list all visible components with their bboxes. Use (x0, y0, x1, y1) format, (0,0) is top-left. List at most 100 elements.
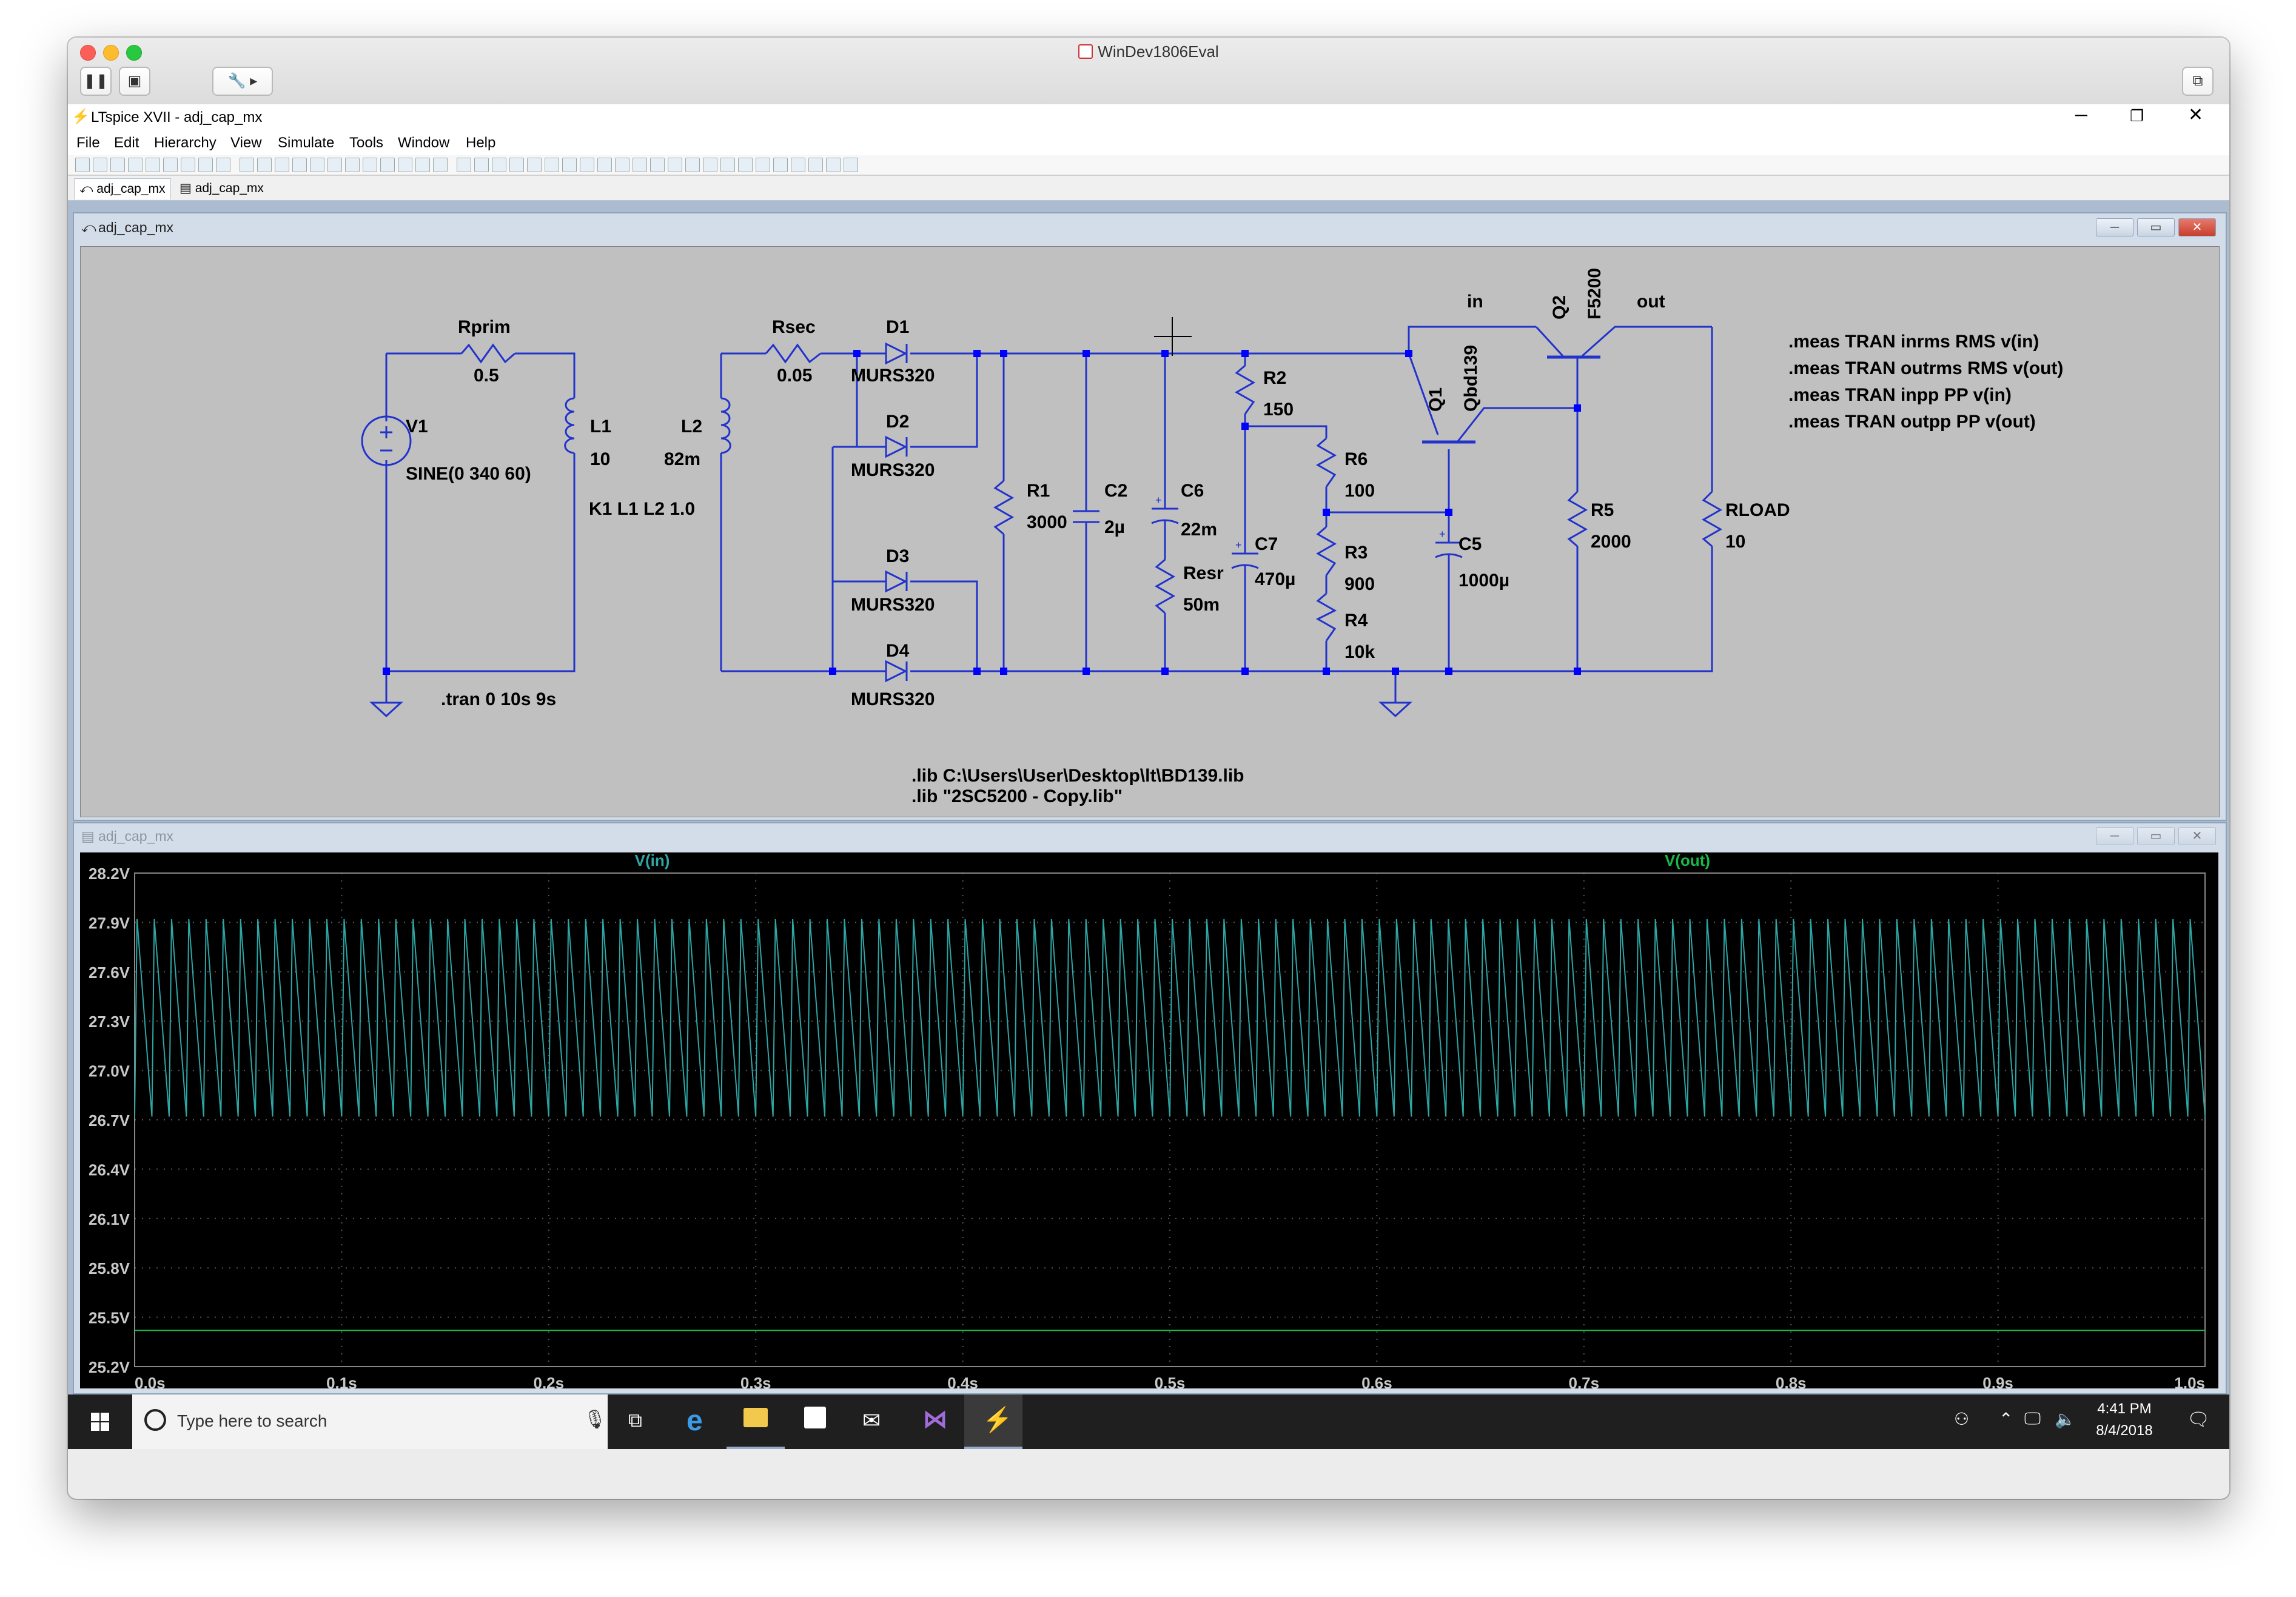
schematic-close-button[interactable]: ✕ (2178, 218, 2216, 236)
toolbar-button[interactable] (292, 158, 307, 172)
toolbar-button[interactable] (580, 158, 594, 172)
toolbar-button[interactable] (363, 158, 377, 172)
waveform-minimize-button[interactable]: ─ (2096, 827, 2133, 845)
edge-button[interactable]: e (667, 1394, 725, 1449)
toolbar-button[interactable] (110, 158, 125, 172)
settings-button[interactable]: 🔧 ▸ (212, 67, 273, 96)
toolbar-button[interactable] (181, 158, 195, 172)
schematic-minimize-button[interactable]: ─ (2096, 218, 2133, 236)
tab-waveform[interactable]: ▤ adj_cap_mx (175, 178, 269, 199)
toolbar-button[interactable] (93, 158, 107, 172)
toolbar-button[interactable] (826, 158, 841, 172)
x-tick-label: 0.5s (1155, 1374, 1186, 1388)
menu-hierarchy[interactable]: Hierarchy (154, 135, 217, 152)
toolbar-button[interactable] (327, 158, 342, 172)
tab-schematic[interactable]: ⤺ adj_cap_mx (74, 178, 171, 199)
toolbar-button[interactable] (75, 158, 90, 172)
snapshot-button[interactable]: ▣ (119, 67, 150, 96)
toolbar-button[interactable] (844, 158, 858, 172)
microphone-icon[interactable]: 🎙 (583, 1409, 606, 1430)
toolbar-button[interactable] (492, 158, 506, 172)
x-tick-label: 0.6s (1361, 1374, 1392, 1388)
file-explorer-button[interactable] (727, 1394, 785, 1449)
close-window-button[interactable]: ✕ (2188, 104, 2203, 126)
schematic-maximize-button[interactable]: ▭ (2137, 218, 2175, 236)
store-button[interactable] (786, 1394, 844, 1449)
y-tick-label: 28.2V (89, 865, 130, 883)
waveform-close-button[interactable]: ✕ (2178, 827, 2216, 845)
restore-window-button[interactable]: ❐ (2130, 107, 2144, 126)
clock-time[interactable]: 4:41 PM (2091, 1401, 2158, 1418)
minimize-window-button[interactable]: ─ (2075, 105, 2087, 125)
fullscreen-button[interactable]: ⧉ (2182, 67, 2214, 96)
taskbar-search-box[interactable]: Type here to search 🎙 (132, 1394, 608, 1449)
toolbar-button[interactable] (146, 158, 160, 172)
toolbar-button[interactable] (380, 158, 395, 172)
toolbar-button[interactable] (615, 158, 629, 172)
label-d2-model: MURS320 (851, 460, 935, 480)
menu-file[interactable]: File (76, 135, 100, 152)
toolbar-button[interactable] (738, 158, 753, 172)
schematic-window: ⤺ adj_cap_mx ─ ▭ ✕ + + + Rprim 0.5 V1 SI… (73, 212, 2227, 821)
ltspice-taskbar-button[interactable]: ⚡ (964, 1394, 1022, 1449)
toolbar-button[interactable] (198, 158, 213, 172)
toolbar-button[interactable] (808, 158, 823, 172)
schematic-drawing[interactable]: +++ Rprim 0.5 V1 SINE(0 340 60) L1 10 L2… (81, 247, 2219, 817)
toolbar-button[interactable] (474, 158, 489, 172)
y-tick-label: 25.5V (89, 1309, 130, 1327)
menu-tools[interactable]: Tools (349, 135, 383, 152)
menu-view[interactable]: View (230, 135, 262, 152)
toolbar-button[interactable] (457, 158, 471, 172)
toolbar-button[interactable] (433, 158, 448, 172)
toolbar-button[interactable] (545, 158, 559, 172)
network-icon[interactable]: 🖵 (2024, 1409, 2041, 1429)
toolbar-button[interactable] (527, 158, 542, 172)
toolbar-button[interactable] (685, 158, 700, 172)
toolbar-button[interactable] (398, 158, 412, 172)
task-view-button[interactable]: ⧉ (608, 1394, 666, 1449)
toolbar-button[interactable] (275, 158, 289, 172)
label-l1-val: 10 (590, 449, 610, 469)
waveform-plot[interactable]: 28.2V 27.9V 27.6V 27.3V 27.0V 26.7V 26.4V 26.1V… (80, 851, 2218, 1392)
waveform-maximize-button[interactable]: ▭ (2137, 827, 2175, 845)
label-tran: .tran 0 10s 9s (441, 689, 556, 709)
clock-date[interactable]: 8/4/2018 (2091, 1422, 2158, 1439)
x-tick-label: 0.2s (533, 1374, 564, 1388)
label-r2: R2 (1263, 368, 1286, 388)
toolbar-button[interactable] (791, 158, 805, 172)
schematic-canvas[interactable]: + + + Rprim 0.5 V1 SINE(0 340 60) L1 10 … (80, 246, 2220, 817)
toolbar-button[interactable] (415, 158, 430, 172)
toolbar-button[interactable] (703, 158, 717, 172)
people-icon[interactable]: ⚇ (1954, 1409, 1969, 1429)
toolbar-button[interactable] (650, 158, 665, 172)
show-hidden-icons-chevron-icon[interactable]: ⌃ (1999, 1409, 2013, 1429)
toolbar-button[interactable] (128, 158, 143, 172)
toolbar-button[interactable] (668, 158, 682, 172)
toolbar-button[interactable] (720, 158, 735, 172)
toolbar-button[interactable] (216, 158, 230, 172)
plot-svg[interactable]: 28.2V 27.9V 27.6V 27.3V 27.0V 26.7V 26.4V 26.1V… (80, 851, 2218, 1392)
toolbar-button[interactable] (597, 158, 612, 172)
toolbar-button[interactable] (345, 158, 360, 172)
menu-simulate[interactable]: Simulate (278, 135, 334, 152)
toolbar-button[interactable] (756, 158, 770, 172)
label-r2-val: 150 (1263, 400, 1294, 420)
toolbar-button[interactable] (633, 158, 647, 172)
volume-muted-icon[interactable]: 🔈 (2055, 1409, 2076, 1429)
toolbar-button[interactable] (773, 158, 788, 172)
toolbar-button[interactable] (257, 158, 272, 172)
store-bag-icon (804, 1407, 826, 1428)
menu-window[interactable]: Window (398, 135, 449, 152)
mail-button[interactable]: ✉ (845, 1394, 904, 1449)
toolbar-button[interactable] (163, 158, 178, 172)
menu-edit[interactable]: Edit (114, 135, 139, 152)
toolbar-button[interactable] (562, 158, 577, 172)
menu-help[interactable]: Help (466, 135, 495, 152)
visual-studio-button[interactable]: ⋈ (905, 1394, 963, 1449)
start-button[interactable] (68, 1394, 132, 1449)
toolbar-button[interactable] (509, 158, 524, 172)
pause-button[interactable]: ❚❚ (80, 67, 112, 96)
toolbar-button[interactable] (310, 158, 324, 172)
action-center-icon[interactable]: 🗨 (2187, 1409, 2210, 1430)
toolbar-button[interactable] (240, 158, 254, 172)
